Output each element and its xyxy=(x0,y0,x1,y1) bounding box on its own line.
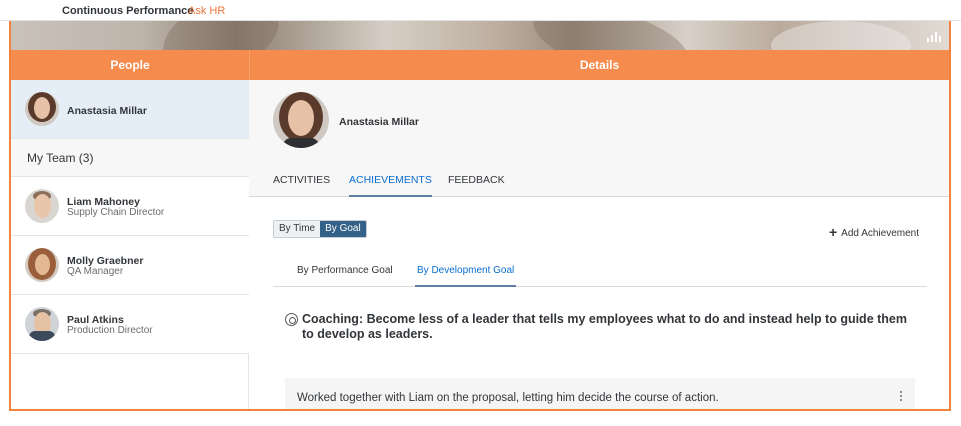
by-time-button[interactable]: By Time xyxy=(274,221,321,237)
person-item-self[interactable]: Anastasia Millar xyxy=(11,80,249,139)
avatar xyxy=(25,189,59,223)
top-bar: Continuous Performance Ask HR xyxy=(0,0,961,21)
team-group-header: My Team (3) xyxy=(11,139,249,177)
list-item[interactable]: Molly Graebner QA Manager xyxy=(11,236,249,295)
member-role: QA Manager xyxy=(67,266,124,277)
list-item[interactable]: Liam Mahoney Supply Chain Director xyxy=(11,177,249,236)
tab-development-goal[interactable]: By Development Goal xyxy=(415,265,517,287)
tab-feedback[interactable]: FEEDBACK xyxy=(448,174,505,197)
goal-type-tabs: By Performance Goal By Development Goal xyxy=(273,258,927,287)
tab-performance-goal[interactable]: By Performance Goal xyxy=(297,265,393,287)
chart-icon[interactable] xyxy=(927,30,941,42)
plus-icon: + xyxy=(828,224,838,240)
profile-header: Anastasia Millar ACTIVITIES ACHIEVEMENTS… xyxy=(249,80,949,197)
more-vertical-icon[interactable] xyxy=(899,390,903,404)
by-goal-button[interactable]: By Goal xyxy=(320,221,366,237)
member-role: Production Director xyxy=(67,325,153,336)
avatar xyxy=(25,248,59,282)
add-achievement-button[interactable]: + Add Achievement xyxy=(828,223,919,240)
avatar xyxy=(25,92,59,126)
goal-title-text: Coaching: Become less of a leader that t… xyxy=(302,312,907,341)
add-achievement-label: Add Achievement xyxy=(841,228,919,239)
details-panel: Anastasia Millar ACTIVITIES ACHIEVEMENTS… xyxy=(249,80,949,409)
person-name: Anastasia Millar xyxy=(67,105,147,117)
target-icon xyxy=(285,313,298,326)
avatar xyxy=(25,307,59,341)
people-panel-header: People xyxy=(11,50,249,80)
profile-name: Anastasia Millar xyxy=(339,116,419,128)
ask-hr-link[interactable]: Ask HR xyxy=(188,5,225,17)
achievement-item[interactable]: Worked together with Liam on the proposa… xyxy=(285,378,915,409)
member-role: Supply Chain Director xyxy=(67,207,165,218)
achievement-text: Worked together with Liam on the proposa… xyxy=(297,392,719,404)
details-panel-header: Details xyxy=(249,50,949,80)
tab-achievements[interactable]: ACHIEVEMENTS xyxy=(349,174,432,197)
header-banner-image xyxy=(11,21,949,50)
list-item[interactable]: Paul Atkins Production Director xyxy=(11,295,249,354)
main-frame: People Details Anastasia Millar My Team … xyxy=(9,21,951,411)
view-toggle: By Time By Goal xyxy=(273,220,367,238)
avatar xyxy=(273,92,329,148)
app-title: Continuous Performance xyxy=(62,5,194,17)
people-list: Anastasia Millar My Team (3) Liam Mahone… xyxy=(11,80,249,409)
tab-activities[interactable]: ACTIVITIES xyxy=(273,174,330,197)
